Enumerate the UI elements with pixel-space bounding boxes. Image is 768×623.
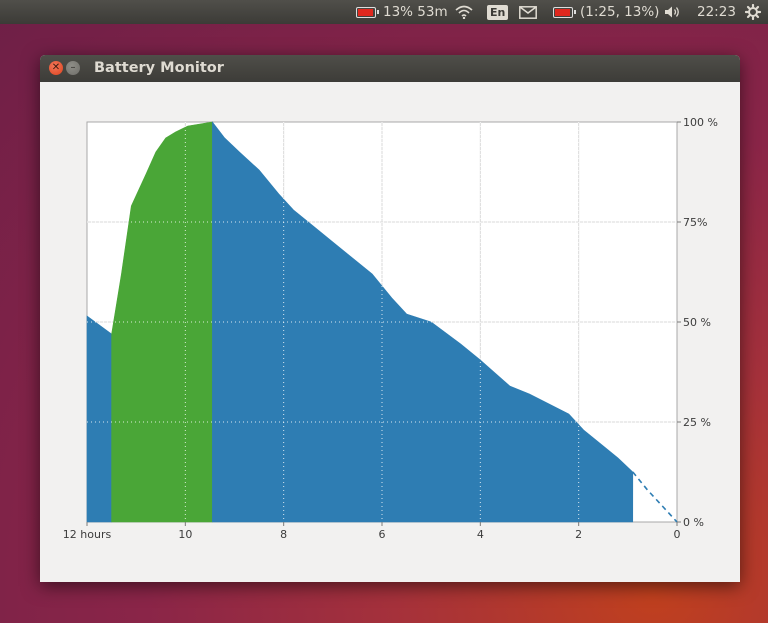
volume-icon <box>665 6 679 18</box>
x-tick-label: 10 <box>178 528 192 541</box>
y-tick-label: 50 % <box>683 316 711 329</box>
y-tick-label: 0 % <box>683 516 704 529</box>
series-area-discharging <box>86 315 112 523</box>
battery-monitor-window: ✕ – Battery Monitor 12 hours 10 8 6 4 2 0 100 %… <box>40 55 740 582</box>
battery-indicator[interactable]: 13% 53m <box>356 0 448 24</box>
messaging-indicator[interactable] <box>519 0 537 24</box>
x-tick-label: 12 hours <box>63 528 112 541</box>
x-tick-label: 6 <box>379 528 386 541</box>
battery-icon <box>553 6 576 18</box>
battery-detail-text: (1:25, 13%) <box>580 4 660 20</box>
keyboard-layout-indicator[interactable]: En <box>487 0 509 24</box>
mail-icon <box>519 5 537 19</box>
keyboard-layout-icon: En <box>487 4 509 20</box>
x-tick-label: 8 <box>280 528 287 541</box>
battery-icon <box>356 6 379 18</box>
battery-detail-indicator[interactable]: (1:25, 13%) <box>553 0 659 24</box>
x-tick-label: 0 <box>674 528 681 541</box>
x-tick-label: 2 <box>575 528 582 541</box>
wifi-icon <box>455 5 473 19</box>
power-icon <box>745 4 761 20</box>
wifi-indicator[interactable] <box>455 0 473 24</box>
session-indicator[interactable] <box>745 0 761 24</box>
volume-indicator[interactable] <box>664 0 682 24</box>
y-tick-label: 25 % <box>683 416 711 429</box>
clock[interactable]: 22:23 <box>697 0 736 24</box>
top-panel: 13% 53m En (1:25, 13%) 22:23 <box>0 0 768 24</box>
y-tick-label: 75% <box>683 216 707 229</box>
x-tick-label: 4 <box>477 528 484 541</box>
y-tick-label: 100 % <box>683 116 718 129</box>
battery-history-chart: 12 hours 10 8 6 4 2 0 100 % 75% 50 % 25 % 0 % <box>63 116 718 541</box>
battery-status-text: 13% 53m <box>383 4 448 20</box>
